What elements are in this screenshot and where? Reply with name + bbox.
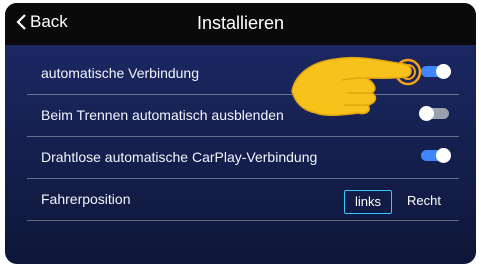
driver-position-left-button[interactable]: links [344,190,392,214]
setting-label: Beim Trennen automatisch ausblenden [41,107,284,123]
header-bar: Back Installieren [5,3,476,45]
page-title: Installieren [196,13,285,33]
wireless-carplay-toggle[interactable] [421,148,451,163]
setting-row-wireless-carplay[interactable]: Drahtlose automatische CarPlay-Verbindun… [27,137,459,179]
setting-label: Fahrerposition [41,191,131,207]
setting-row-driver-position: Fahrerposition links Recht [27,179,459,221]
setting-label: automatische Verbindung [41,65,199,81]
toggle-knob [436,64,451,79]
pointing-finger-icon [291,56,422,117]
driver-position-right-button[interactable]: Recht [400,190,448,212]
setting-label: Drahtlose automatische CarPlay-Verbindun… [41,149,318,165]
settings-screen: Back Installieren automatische Verbindun… [5,3,476,264]
toggle-knob [436,148,451,163]
